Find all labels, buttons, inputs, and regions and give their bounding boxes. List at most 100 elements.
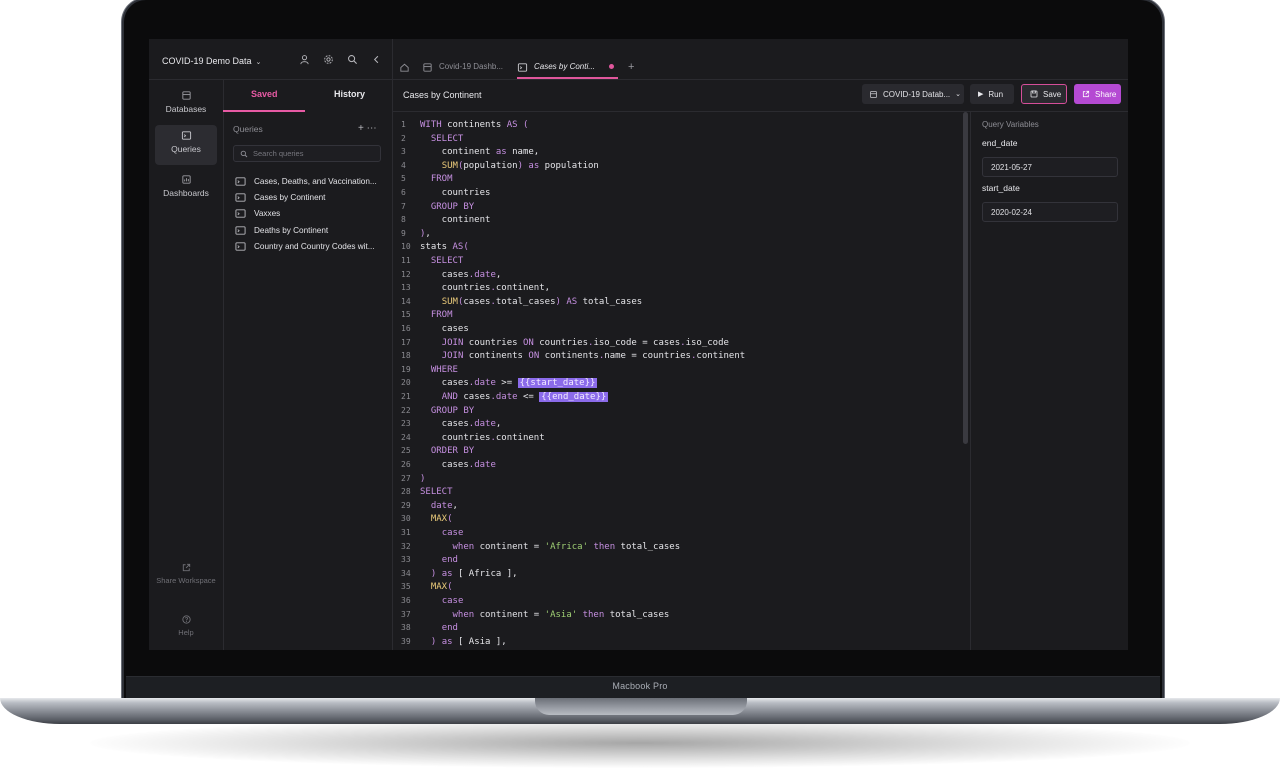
code-line[interactable]: 21 AND cases.date <= {{end_date}} <box>393 390 609 404</box>
line-number: 9 <box>401 228 406 238</box>
variable-name-start-date: start_date <box>982 183 1020 193</box>
home-icon[interactable] <box>399 62 410 73</box>
code-text: MAX( <box>430 514 453 525</box>
tab-covid-dashboard[interactable]: Covid-19 Dashb... <box>422 56 503 79</box>
code-text: cases.date, <box>420 269 502 280</box>
line-number: 4 <box>401 160 406 170</box>
code-line[interactable]: 33 end <box>393 553 458 567</box>
code-line[interactable]: 23 cases.date, <box>393 417 501 431</box>
code-line[interactable]: 9), <box>393 227 431 241</box>
database-select[interactable]: COVID-19 Datab... ⌄ <box>862 84 964 104</box>
code-line[interactable]: 6 countries <box>393 186 490 200</box>
code-text: continent as name, <box>420 147 540 158</box>
code-line[interactable]: 39 ) as [ Asia ], <box>393 635 507 649</box>
line-number: 32 <box>401 541 411 551</box>
code-line[interactable]: 27) <box>393 472 425 486</box>
end-date-input[interactable] <box>982 157 1118 177</box>
list-item[interactable]: Vaxxes <box>235 206 387 222</box>
run-label: Run <box>988 89 1004 99</box>
chart-icon <box>181 174 192 185</box>
code-line[interactable]: 32 when continent = 'Africa' then total_… <box>393 540 680 554</box>
code-line[interactable]: 19 WHERE <box>393 363 458 377</box>
start-date-input[interactable] <box>982 202 1118 222</box>
code-line[interactable]: 35 MAX( <box>393 580 453 594</box>
query-panel: Saved History Queries + ⋯ Cases, Deaths,… <box>223 79 393 650</box>
editor-scrollbar[interactable] <box>963 112 968 444</box>
code-line[interactable]: 4 SUM(population) as population <box>393 159 599 173</box>
code-text: countries.continent <box>420 432 545 443</box>
gear-icon[interactable] <box>323 54 334 65</box>
code-line[interactable]: 7 GROUP BY <box>393 200 474 214</box>
new-tab-plus-icon[interactable]: + <box>628 61 634 73</box>
code-line[interactable]: 29 date, <box>393 499 458 513</box>
tab-cases-by-continent[interactable]: Cases by Conti... <box>517 56 618 79</box>
code-line[interactable]: 20 cases.date >= {{start_date}} <box>393 376 598 390</box>
line-number: 17 <box>401 337 411 347</box>
code-line[interactable]: 28 SELECT <box>393 485 453 499</box>
list-item[interactable]: Country and Country Codes wit... <box>235 239 387 255</box>
code-line[interactable]: 5 FROM <box>393 172 453 186</box>
code-line[interactable]: 11 SELECT <box>393 254 463 268</box>
code-line[interactable]: 37 when continent = 'Asia' then total_ca… <box>393 608 669 622</box>
code-line[interactable]: 14 SUM(cases.total_cases) AS total_cases <box>393 295 642 309</box>
search-icon <box>240 150 248 158</box>
code-line[interactable]: 24 countries.continent <box>393 431 545 445</box>
sidebar-item-dashboards[interactable]: Dashboards <box>155 169 217 207</box>
tab-saved[interactable]: Saved <box>251 89 278 99</box>
run-button[interactable]: ▶ Run <box>970 84 1014 104</box>
code-line[interactable]: 25 ORDER BY <box>393 444 474 458</box>
code-text: AND cases.date <= {{end_date}} <box>441 392 609 402</box>
search-icon[interactable] <box>347 54 358 65</box>
more-options-icon[interactable]: ⋯ <box>367 123 377 134</box>
code-line[interactable]: 18 JOIN continents ON continents.name = … <box>393 349 745 363</box>
code-line[interactable]: 30 MAX( <box>393 512 453 526</box>
code-line[interactable]: 36 case <box>393 594 463 608</box>
line-number: 23 <box>401 419 411 429</box>
code-line[interactable]: 31 case <box>393 526 463 540</box>
device-model-label: Macbook Pro <box>612 681 668 691</box>
sidebar-item-queries[interactable]: Queries <box>155 125 217 165</box>
search-queries-field[interactable] <box>233 145 381 162</box>
line-number: 5 <box>401 174 406 184</box>
code-line[interactable]: 17 JOIN countries ON countries.iso_code … <box>393 336 729 350</box>
sidebar-item-databases[interactable]: Databases <box>155 85 217 123</box>
code-text: cases.date >= {{start_date}} <box>420 378 598 389</box>
code-line[interactable]: 2 SELECT <box>393 132 463 146</box>
code-line[interactable]: 8 continent <box>393 213 490 227</box>
code-line[interactable]: 38 end <box>393 621 458 635</box>
list-item[interactable]: Deaths by Continent <box>235 222 387 238</box>
search-queries-input[interactable] <box>253 149 373 158</box>
tab-label: Cases by Conti... <box>534 62 595 71</box>
list-item[interactable]: Cases by Continent <box>235 189 387 205</box>
code-text: end <box>441 555 458 566</box>
list-item[interactable]: Cases, Deaths, and Vaccination... <box>235 173 387 189</box>
code-line[interactable]: 22 GROUP BY <box>393 404 474 418</box>
code-editor[interactable]: 1 WITH continents AS (2 SELECT 3 continent… <box>393 112 963 650</box>
list-item-label: Cases, Deaths, and Vaccination... <box>254 176 377 186</box>
share-workspace-button[interactable]: Share Workspace <box>155 557 217 599</box>
line-number: 31 <box>401 528 411 537</box>
tab-history[interactable]: History <box>334 89 365 99</box>
share-workspace-label: Share Workspace <box>156 576 216 585</box>
sidebar-item-label: Dashboards <box>163 188 209 198</box>
save-button[interactable]: Save <box>1021 84 1067 104</box>
code-line[interactable]: 15 FROM <box>393 308 453 322</box>
code-line[interactable]: 3 continent as name, <box>393 145 539 159</box>
user-icon[interactable] <box>299 54 310 65</box>
code-line[interactable]: 34 ) as [ Africa ], <box>393 567 518 581</box>
code-line[interactable]: 12 cases.date, <box>393 268 501 282</box>
help-button[interactable]: Help <box>155 609 217 639</box>
chevron-down-icon: ⌄ <box>955 91 962 98</box>
database-icon <box>181 90 192 101</box>
code-line[interactable]: 10 stats AS( <box>393 240 469 254</box>
add-query-plus-icon[interactable]: + <box>358 123 364 134</box>
share-button[interactable]: Share <box>1074 84 1121 104</box>
code-line[interactable]: 16 cases <box>393 322 469 336</box>
code-line[interactable]: 26 cases.date <box>393 458 496 472</box>
code-line[interactable]: 13 countries.continent, <box>393 281 550 295</box>
code-line[interactable]: 1 WITH continents AS ( <box>393 118 528 132</box>
chevron-left-icon[interactable] <box>371 54 382 65</box>
project-selector[interactable]: COVID-19 Demo Data ⌄ <box>162 56 261 66</box>
line-number: 12 <box>401 269 411 279</box>
code-text: JOIN continents ON continents.name = cou… <box>441 351 746 362</box>
